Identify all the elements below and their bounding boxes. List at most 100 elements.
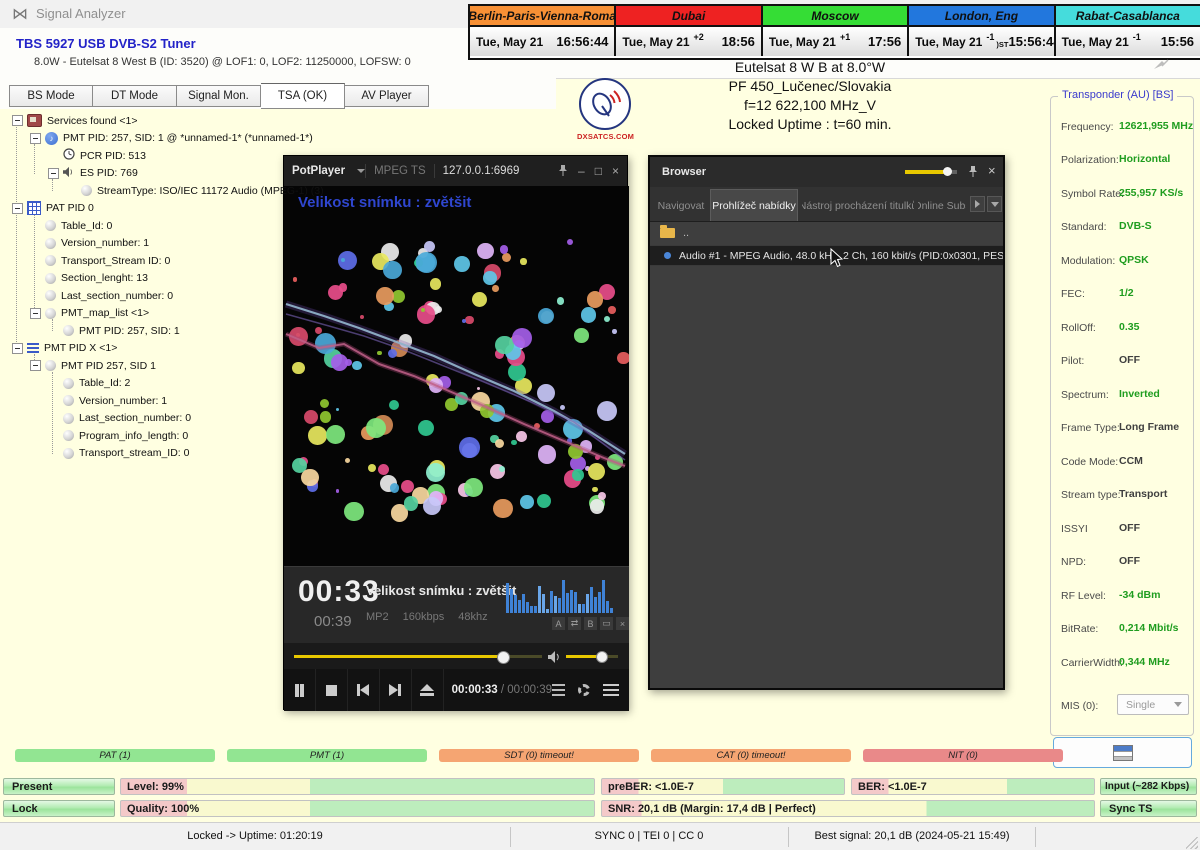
tree-item[interactable]: PMT PID 257, SID 1: [8, 357, 284, 375]
table-icon: [27, 201, 41, 215]
mis-select[interactable]: Single: [1117, 694, 1189, 715]
tree-item[interactable]: Transport_stream_ID: 0: [8, 445, 284, 463]
tree-item[interactable]: Version_number: 1: [8, 235, 284, 253]
sdt-status-bar: SDT (0) timeout!: [439, 749, 639, 762]
cat-status-bar: CAT (0) timeout!: [651, 749, 851, 762]
collapse-toggle[interactable]: [12, 115, 23, 126]
volume-handle[interactable]: [596, 651, 608, 663]
ts-analyzer-button[interactable]: [1053, 737, 1192, 768]
collapse-toggle[interactable]: [12, 343, 23, 354]
tab-tsa[interactable]: TSA (OK): [261, 83, 345, 109]
transponder-value: 255,957 KS/s: [1119, 187, 1183, 199]
quality-bar: Quality: 100%: [120, 800, 595, 817]
clock-time: Tue, May 21 +1 17:56: [763, 27, 909, 56]
pin-icon[interactable]: [558, 165, 568, 177]
tree-item[interactable]: Table_Id: 2: [8, 375, 284, 393]
collapse-toggle[interactable]: [30, 133, 41, 144]
tree-item[interactable]: Last_section_number: 0: [8, 287, 284, 305]
ab-a-button[interactable]: A: [552, 617, 565, 630]
seek-handle[interactable]: [497, 651, 510, 664]
node-icon: [63, 448, 74, 459]
previous-button[interactable]: [348, 669, 380, 711]
close-icon[interactable]: ×: [988, 163, 996, 178]
potplayer-menu[interactable]: PotPlayer: [284, 165, 353, 177]
subtitle-icon[interactable]: ▭: [600, 617, 613, 630]
node-icon: [63, 325, 74, 336]
error-counters: SYNC 0 | TEI 0 | CC 0: [595, 830, 704, 842]
snr-bar: SNR: 20,1 dB (Margin: 17,4 dB | Perfect): [601, 800, 1095, 817]
maximize-icon[interactable]: □: [595, 165, 602, 177]
tab-signal-mon[interactable]: Signal Mon.: [177, 85, 261, 107]
tree-item[interactable]: ES PID: 769: [8, 165, 284, 183]
tab-menu-browser[interactable]: Prohlížeč nabídky: [710, 189, 798, 221]
tree-item[interactable]: PMT PID: 257, SID: 1: [8, 322, 284, 340]
tab-dt-mode[interactable]: DT Mode: [93, 85, 177, 107]
logo-text: DXSATCS.COM: [577, 132, 633, 141]
volume-icon[interactable]: [548, 650, 562, 668]
tree-item[interactable]: Program_info_length: 0: [8, 427, 284, 445]
tree-item[interactable]: PCR PID: 513: [8, 147, 284, 165]
annotation-line: Eutelsat 8 W B at 8.0°W: [560, 58, 1060, 77]
clock-city: Dubai: [616, 6, 762, 25]
tree-item[interactable]: PAT PID 0: [8, 200, 284, 218]
pin-icon[interactable]: [968, 166, 978, 178]
collapse-toggle[interactable]: [48, 168, 59, 179]
gear-icon[interactable]: [578, 684, 590, 696]
clock-time-row: Tue, May 21 16:56:44 Tue, May 21 +2 18:5…: [470, 25, 1200, 56]
ab-b-button[interactable]: B: [584, 617, 597, 630]
tab-scroll-right-button[interactable]: [970, 196, 985, 212]
browser-tabs: Navigovat Prohlížeč nabídky Nástroj proc…: [650, 187, 1003, 222]
bullet-icon: [664, 252, 671, 259]
clock-city: Moscow: [763, 6, 909, 25]
audio-track-item[interactable]: Audio #1 - MPEG Audio, 48.0 kHz, 2 Ch, 1…: [650, 245, 1003, 266]
collapse-toggle[interactable]: [30, 360, 41, 371]
tab-subtitle-browser[interactable]: Nástroj procházení titulků: [802, 191, 914, 221]
browser-titlebar[interactable]: Browser ×: [650, 157, 1003, 187]
seek-row: [284, 643, 629, 669]
parent-folder-row[interactable]: ..: [650, 221, 1003, 245]
close-icon[interactable]: ×: [612, 165, 619, 177]
stop-button[interactable]: [316, 669, 348, 711]
minimize-icon[interactable]: –: [578, 165, 585, 177]
tab-av-player[interactable]: AV Player: [345, 85, 429, 107]
menu-icon[interactable]: [603, 684, 619, 696]
status-bar: Locked -> Uptime: 01:20:19 SYNC 0 | TEI …: [0, 822, 1200, 850]
tree-item[interactable]: Section_lenght: 13: [8, 270, 284, 288]
annotation-line: PF 450_Lučenec/Slovakia: [560, 77, 1060, 96]
total-time: 00:39: [314, 613, 352, 630]
satellite-icon: [1152, 57, 1172, 71]
playlist-icon[interactable]: [552, 684, 565, 697]
pause-button[interactable]: [284, 669, 316, 711]
tree-item[interactable]: Last_section_number: 0: [8, 410, 284, 428]
repeat-icon[interactable]: ⇄: [568, 617, 581, 630]
collapse-toggle[interactable]: [12, 203, 23, 214]
collapse-toggle[interactable]: [30, 308, 41, 319]
tree-item[interactable]: ♪PMT PID: 257, SID: 1 @ *unnamed-1* (*un…: [8, 130, 284, 148]
transponder-value: 0.35: [1119, 321, 1139, 333]
media-icon: ♪: [45, 132, 58, 145]
tree-item[interactable]: StreamType: ISO/IEC 11172 Audio (MPEG-1)…: [8, 182, 284, 200]
tree-item[interactable]: Transport_Stream ID: 0: [8, 252, 284, 270]
potplayer-titlebar[interactable]: PotPlayer MPEG TS 127.0.0.1:6969 – □ ×: [284, 156, 627, 186]
annotation-line: f=12 622,100 MHz_V: [560, 96, 1060, 115]
potplayer-window: PotPlayer MPEG TS 127.0.0.1:6969 – □ × V…: [283, 155, 628, 710]
slider-handle[interactable]: [943, 167, 952, 176]
annotation-line: Locked Uptime : t=60 min.: [560, 115, 1060, 134]
tree-item[interactable]: Version_number: 1: [8, 392, 284, 410]
annotation-block: Eutelsat 8 W B at 8.0°W PF 450_Lučenec/S…: [560, 58, 1060, 134]
tree-item[interactable]: Table_Id: 0: [8, 217, 284, 235]
tree-item[interactable]: PMT_map_list <1>: [8, 305, 284, 323]
tree-item[interactable]: Services found <1>: [8, 112, 284, 130]
tab-dropdown-button[interactable]: [987, 196, 1002, 212]
tab-online-subs[interactable]: Online Subs: [918, 191, 966, 221]
chevron-right-icon: [975, 200, 980, 208]
eject-button[interactable]: [412, 669, 444, 711]
shuffle-icon[interactable]: ×: [616, 617, 629, 630]
tab-bs-mode[interactable]: BS Mode: [9, 85, 93, 107]
tree-item[interactable]: PMT PID X <1>: [8, 340, 284, 358]
tab-navigate[interactable]: Navigovat: [654, 191, 708, 221]
resize-grip[interactable]: [1186, 837, 1198, 849]
tuner-info: 8.0W - Eutelsat 8 West B (ID: 3520) @ LO…: [34, 56, 411, 68]
video-area[interactable]: Velikost snímku : zvětšit: [284, 186, 629, 566]
next-button[interactable]: [380, 669, 412, 711]
